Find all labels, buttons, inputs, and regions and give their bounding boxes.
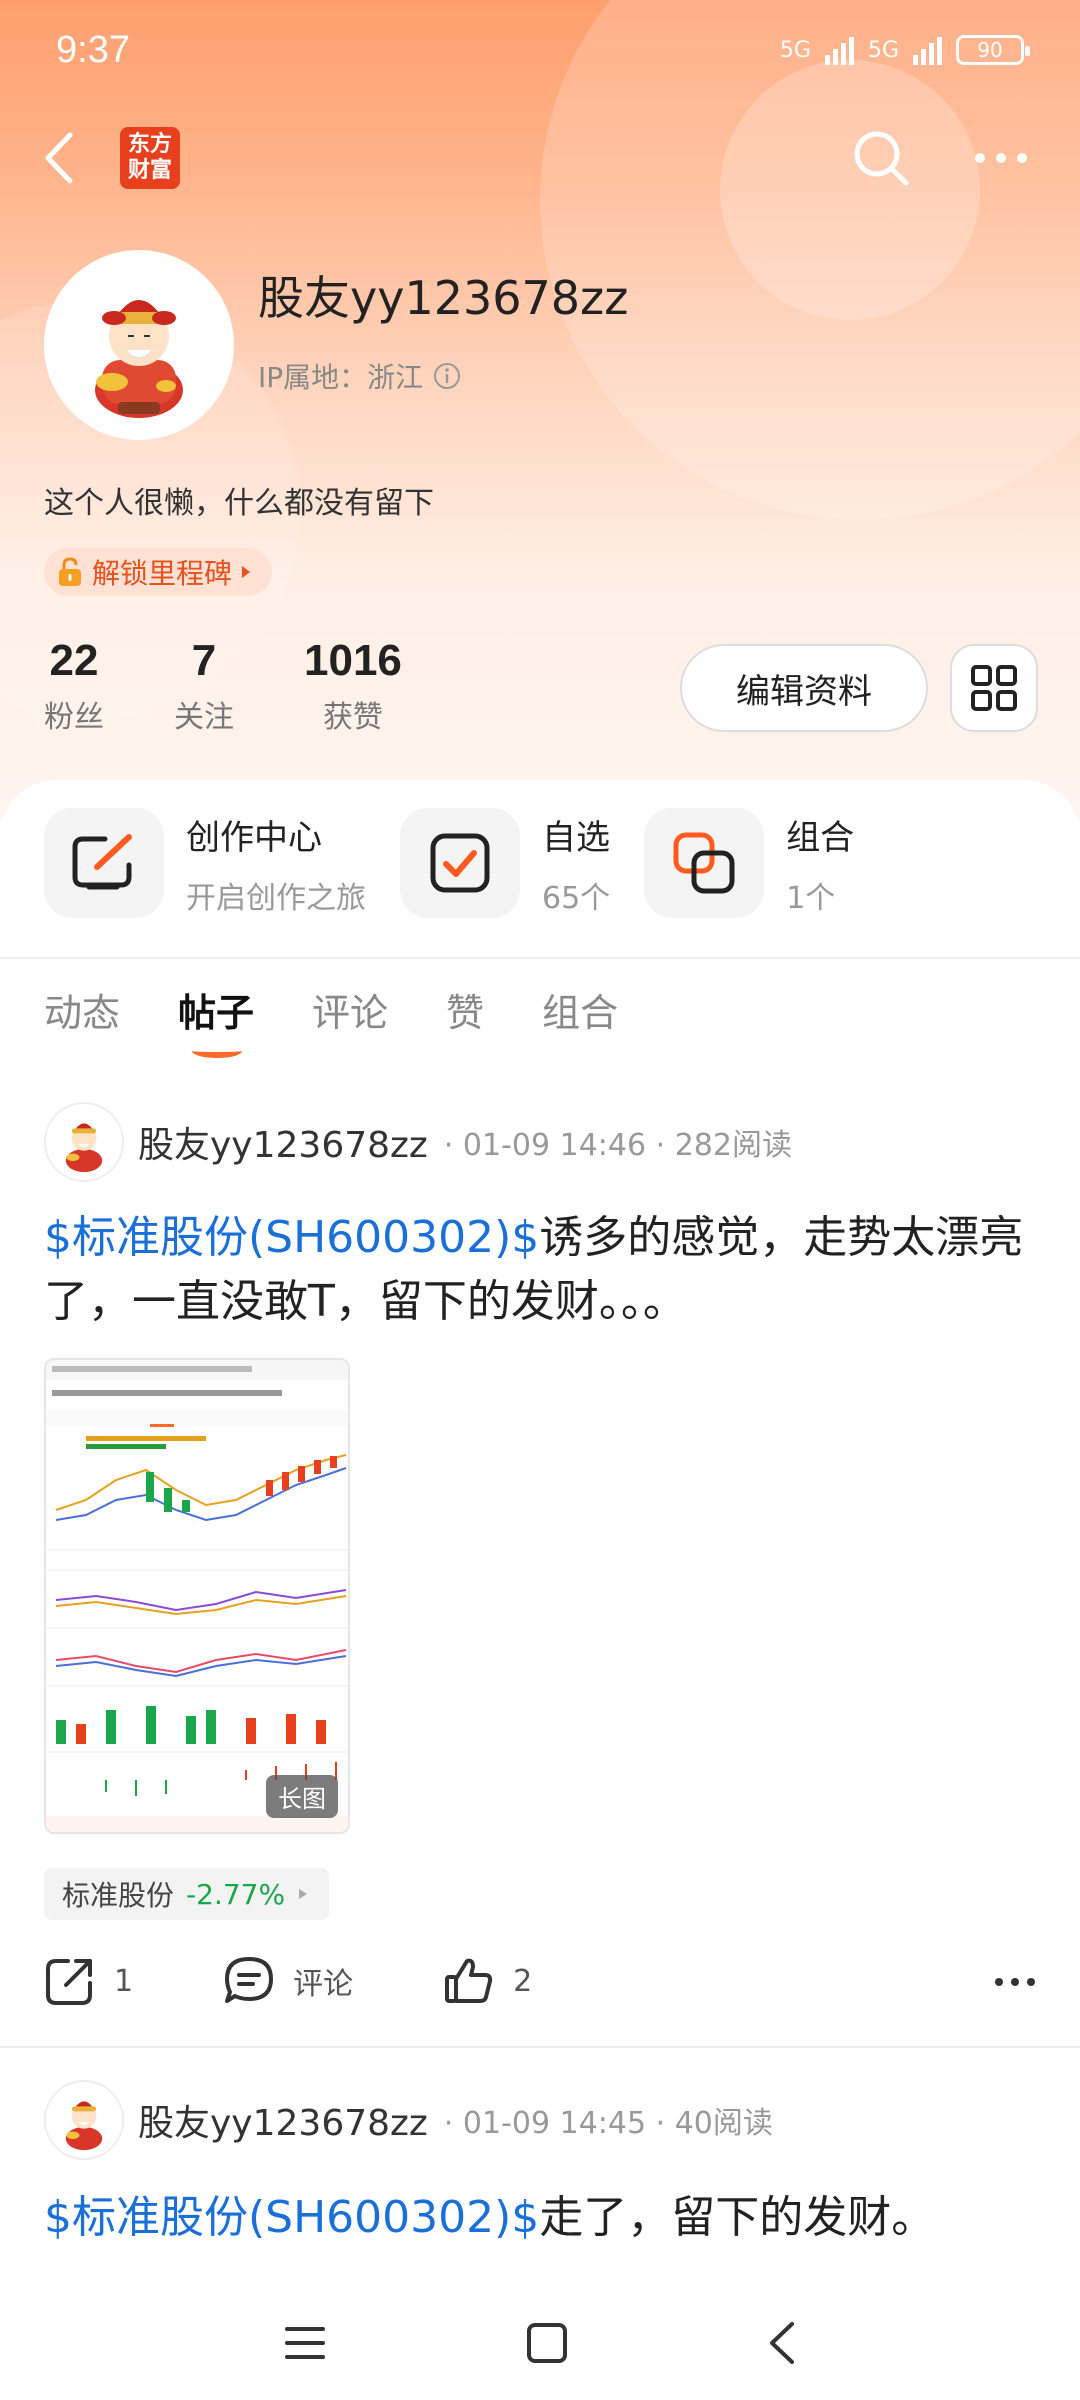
portfolio-entry[interactable]: 组合 1个 (644, 808, 854, 918)
username: 股友yy123678zz (258, 271, 629, 325)
profile-header: 股友yy123678zz IP属地：浙江 (44, 250, 628, 440)
more-dots-icon (975, 153, 1027, 163)
system-back-button[interactable] (768, 2320, 796, 2370)
search-button[interactable] (846, 123, 916, 193)
comment-label: 评论 (293, 1967, 354, 2002)
status-time: 9:37 (56, 28, 130, 71)
recent-apps-button[interactable] (284, 2325, 326, 2365)
avatar[interactable] (44, 2080, 124, 2160)
menu-icon (285, 2327, 325, 2359)
share-button[interactable]: 1 (44, 1955, 133, 2007)
signal-icon (824, 35, 854, 65)
long-image-tag: 长图 (266, 1775, 338, 1818)
thumbs-up-icon (445, 1958, 493, 2003)
like-count: 2 (513, 1963, 533, 1999)
search-icon (854, 131, 909, 186)
qr-code-button[interactable] (950, 644, 1038, 732)
post-image[interactable]: 长图 (44, 1358, 350, 1834)
signal-icon-2 (913, 35, 942, 65)
post-author[interactable]: 股友yy123678zz (138, 1116, 428, 1168)
fortune-god-avatar-icon (65, 2101, 103, 2151)
profile-stats: 22 粉丝 7 关注 1016 获赞 (44, 636, 402, 736)
share-count: 1 (114, 1963, 134, 1999)
avatar[interactable] (44, 250, 234, 440)
ip-location: IP属地：浙江 (258, 356, 628, 396)
pen-icon (72, 834, 132, 890)
tab-posts[interactable]: 帖子 (178, 982, 254, 1058)
back-button[interactable] (44, 128, 84, 188)
stock-link[interactable]: $标准股份(SH600302)$ (44, 1212, 539, 1263)
more-dots-icon (995, 1977, 1035, 1986)
post-more-button[interactable] (994, 1972, 1036, 1991)
status-indicators: 5G 5G 90 (779, 35, 1030, 65)
checkbox-icon (430, 833, 490, 893)
stock-chip-name: 标准股份 (62, 1879, 175, 1912)
comment-icon (225, 1957, 274, 2003)
edit-profile-button[interactable]: 编辑资料 (680, 644, 928, 732)
triangle-right-icon (242, 566, 251, 578)
divider (0, 2046, 1080, 2048)
post-body[interactable]: $标准股份(SH600302)$走了，留下的发财。 (44, 2186, 1044, 2250)
qr-code-icon (971, 665, 1017, 711)
post-actions: 1 评论 2 (44, 1955, 1036, 2007)
creator-center-entry[interactable]: 创作中心 开启创作之旅 (44, 808, 366, 918)
active-tab-indicator (192, 1044, 243, 1058)
tab-activity[interactable]: 动态 (44, 982, 120, 1037)
info-icon[interactable] (433, 362, 461, 390)
network-label: 5G (779, 37, 811, 63)
fortune-god-avatar-icon (95, 300, 183, 418)
stock-link[interactable]: $标准股份(SH600302)$ (44, 2192, 539, 2243)
quick-entries: 创作中心 开启创作之旅 自选 65个 组合 1个 (44, 808, 888, 918)
tab-portfolio[interactable]: 组合 (542, 982, 618, 1037)
comment-button[interactable]: 评论 (223, 1955, 353, 2007)
divider (0, 957, 1080, 959)
bio-text: 这个人很懒，什么都没有留下 (44, 486, 434, 521)
post-header: 股友yy123678zz · 01-09 14:45 · 40阅读 (44, 2080, 773, 2160)
milestone-label: 解锁里程碑 (92, 557, 233, 590)
chevron-left-icon (45, 132, 73, 184)
post-header: 股友yy123678zz · 01-09 14:46 · 282阅读 (44, 1102, 792, 1182)
post-meta: · 01-09 14:46 · 282阅读 (443, 1128, 792, 1163)
stock-chip[interactable]: 标准股份 -2.77% (44, 1868, 330, 1920)
stock-chip-change: -2.77% (186, 1877, 286, 1911)
stat-followers[interactable]: 22 粉丝 (44, 636, 104, 736)
status-bar: 9:37 5G 5G 90 (0, 0, 1080, 100)
more-button[interactable] (966, 123, 1036, 193)
profile-tabs: 动态 帖子 评论 赞 组合 (44, 982, 618, 1058)
like-button[interactable]: 2 (443, 1955, 532, 2007)
lock-icon (59, 557, 81, 586)
home-square-icon (527, 2323, 567, 2363)
share-icon (46, 1959, 92, 2005)
post-text: 走了，留下的发财。 (539, 2192, 936, 2243)
stat-likes[interactable]: 1016 获赞 (304, 636, 402, 736)
top-nav: 东方 财富 (0, 118, 1080, 198)
system-nav-bar (0, 2290, 1080, 2400)
network-label-2: 5G (867, 37, 899, 63)
post-author[interactable]: 股友yy123678zz (138, 2094, 428, 2146)
post-meta: · 01-09 14:45 · 40阅读 (443, 2106, 773, 2141)
milestone-button[interactable]: 解锁里程碑 (44, 548, 273, 596)
battery-icon: 90 (956, 35, 1030, 65)
tab-comments[interactable]: 评论 (312, 982, 388, 1037)
post-body[interactable]: $标准股份(SH600302)$诱多的感觉，走势太漂亮了，一直没敢T，留下的发财… (44, 1206, 1044, 1334)
home-button[interactable] (526, 2322, 568, 2368)
stat-following[interactable]: 7 关注 (174, 636, 234, 736)
triangle-right-icon (299, 1889, 308, 1899)
app-logo: 东方 财富 (120, 127, 180, 189)
combo-icon (673, 832, 735, 894)
tab-likes[interactable]: 赞 (446, 982, 484, 1037)
back-triangle-icon (770, 2322, 794, 2364)
fortune-god-avatar-icon (65, 1123, 103, 1173)
avatar[interactable] (44, 1102, 124, 1182)
stock-chart-thumbnail (46, 1360, 348, 1832)
watchlist-entry[interactable]: 自选 65个 (400, 808, 610, 918)
